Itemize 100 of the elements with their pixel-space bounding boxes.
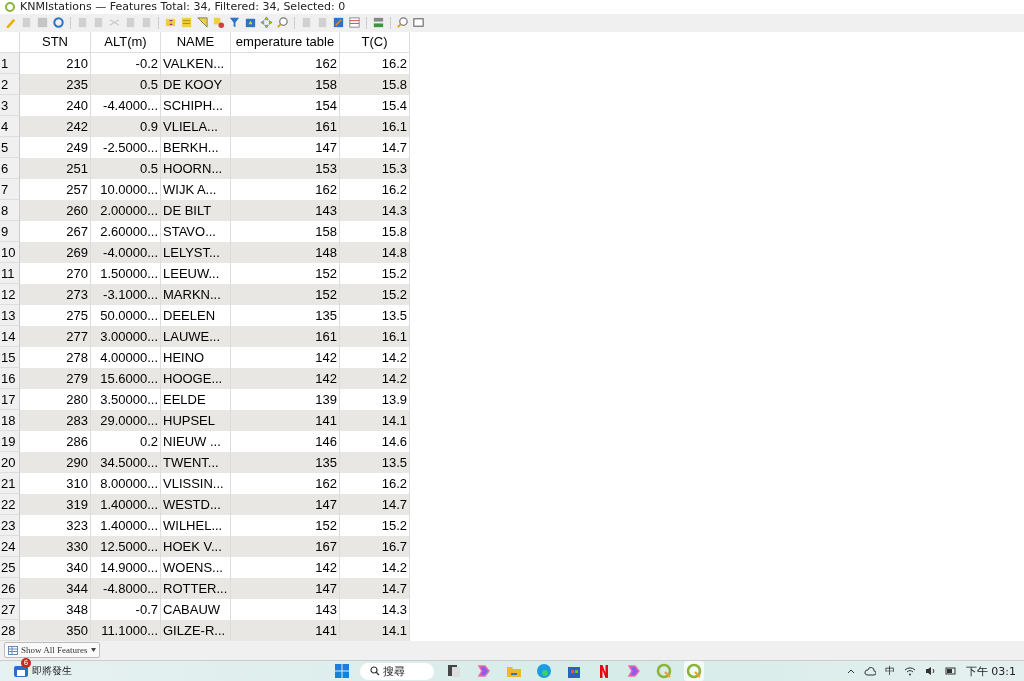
row-number[interactable]: 17 <box>0 388 20 410</box>
row-number[interactable]: 3 <box>0 94 20 116</box>
row-number[interactable]: 27 <box>0 598 20 620</box>
table-cell: HOOGE... <box>161 367 231 389</box>
row-number[interactable]: 16 <box>0 367 20 389</box>
table-cell: 14.1 <box>340 409 410 431</box>
refresh-icon[interactable] <box>52 16 65 30</box>
filter-icon[interactable] <box>228 16 241 30</box>
table-cell: 269 <box>20 241 91 263</box>
input-method-indicator[interactable]: 中 <box>884 664 895 678</box>
table-cell: 319 <box>20 493 91 515</box>
table-cell: MARKN... <box>161 283 231 305</box>
deselect-icon[interactable] <box>212 16 225 30</box>
table-cell: 14.1 <box>340 619 410 641</box>
table-cell: HUPSEL <box>161 409 231 431</box>
row-number[interactable]: 2 <box>0 73 20 95</box>
table-cell: 279 <box>20 367 91 389</box>
column-header[interactable]: T(C) <box>340 31 410 53</box>
table-cell: 14.7 <box>340 493 410 515</box>
wifi-icon[interactable] <box>903 666 916 676</box>
row-number[interactable]: 20 <box>0 451 20 473</box>
row-number[interactable]: 15 <box>0 346 20 368</box>
table-cell: 2.00000... <box>91 199 161 221</box>
table-cell: 344 <box>20 577 91 599</box>
table-cell: CABAUW <box>161 598 231 620</box>
battery-icon[interactable] <box>944 666 957 676</box>
column-header[interactable]: NAME <box>161 31 231 53</box>
row-number[interactable]: 4 <box>0 115 20 137</box>
table-cell: 141 <box>231 409 340 431</box>
row-number[interactable]: 21 <box>0 472 20 494</box>
row-number[interactable]: 5 <box>0 136 20 158</box>
table-cell: WOENS... <box>161 556 231 578</box>
dock-icon[interactable] <box>412 16 425 30</box>
pan-icon[interactable] <box>260 16 273 30</box>
row-number[interactable]: 8 <box>0 199 20 221</box>
row-number[interactable]: 1 <box>0 52 20 74</box>
row-number[interactable]: 24 <box>0 535 20 557</box>
table-cell: 16.1 <box>340 115 410 137</box>
table-cell: STAVO... <box>161 220 231 242</box>
row-number[interactable]: 28 <box>0 619 20 641</box>
table-cell: 135 <box>231 451 340 473</box>
table-cell: 14.2 <box>340 367 410 389</box>
table-cell: 283 <box>20 409 91 431</box>
table-cell: WIJK A... <box>161 178 231 200</box>
zoom-icon[interactable] <box>276 16 289 30</box>
table-cell: 12.5000... <box>91 535 161 557</box>
table-cell: 142 <box>231 367 340 389</box>
table-cell: 11.1000... <box>91 619 161 641</box>
zoom-icon[interactable] <box>396 16 409 30</box>
row-number[interactable]: 13 <box>0 304 20 326</box>
cloud-icon[interactable] <box>863 666 876 676</box>
table-cell: VLISSIN... <box>161 472 231 494</box>
row-number[interactable]: 25 <box>0 556 20 578</box>
table-cell: 147 <box>231 577 340 599</box>
windows-start-icon[interactable] <box>334 663 350 679</box>
table-cell: 158 <box>231 73 340 95</box>
table-cell: SCHIPH... <box>161 94 231 116</box>
table-cell: 273 <box>20 283 91 305</box>
table-cell: 152 <box>231 283 340 305</box>
table-cell: VALKEN... <box>161 52 231 74</box>
column-header[interactable]: emperature table <box>231 31 340 53</box>
table-cell: 15.6000... <box>91 367 161 389</box>
speaker-icon[interactable] <box>924 666 936 676</box>
row-number[interactable]: 7 <box>0 178 20 200</box>
row-number[interactable]: 9 <box>0 220 20 242</box>
row-number[interactable]: 12 <box>0 283 20 305</box>
calendar-icon[interactable] <box>14 665 28 677</box>
row-number[interactable]: 11 <box>0 262 20 284</box>
widget-label[interactable]: 即將發生 <box>32 664 72 678</box>
row-number[interactable]: 10 <box>0 241 20 263</box>
row-number[interactable]: 14 <box>0 325 20 347</box>
row-number[interactable]: 19 <box>0 430 20 452</box>
row-number[interactable]: 22 <box>0 493 20 515</box>
table-cell: 143 <box>231 199 340 221</box>
table-cell: 161 <box>231 325 340 347</box>
row-number[interactable]: 26 <box>0 577 20 599</box>
table-cell: WESTD... <box>161 493 231 515</box>
row-number[interactable]: 23 <box>0 514 20 536</box>
table-cell: 330 <box>20 535 91 557</box>
table-cell: VLIELA... <box>161 115 231 137</box>
show-all-features-button[interactable]: Show All Features <box>4 642 100 659</box>
search-icon <box>370 666 380 676</box>
select-icon[interactable] <box>180 16 193 30</box>
table-cell: EELDE <box>161 388 231 410</box>
table-cell: HOORN... <box>161 157 231 179</box>
table-cell: 141 <box>231 619 340 641</box>
table-cell: 0.9 <box>91 115 161 137</box>
row-number[interactable]: 18 <box>0 409 20 431</box>
table-icon[interactable] <box>348 16 361 30</box>
table-cell: 29.0000... <box>91 409 161 431</box>
column-header[interactable]: STN <box>20 31 91 53</box>
table-cell: 260 <box>20 199 91 221</box>
search-field[interactable]: 搜尋 <box>360 662 434 680</box>
column-header[interactable]: ALT(m) <box>91 31 161 53</box>
clock-time[interactable]: 下午 03:1 <box>965 664 1016 679</box>
chevron-up-icon[interactable] <box>846 668 855 674</box>
row-number[interactable]: 6 <box>0 157 20 179</box>
table-cell: 15.2 <box>340 283 410 305</box>
table-cell: 251 <box>20 157 91 179</box>
table-icon <box>8 645 18 655</box>
